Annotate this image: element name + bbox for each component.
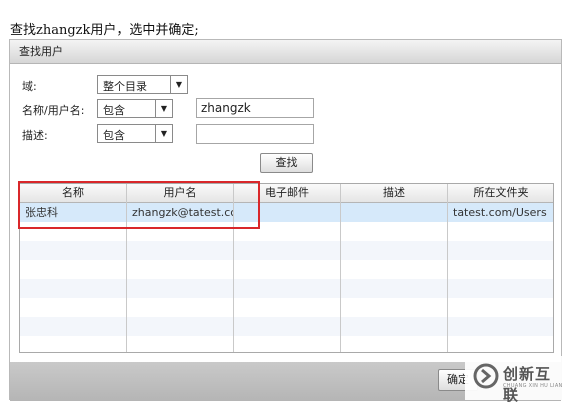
chevron-down-icon: ▼ bbox=[155, 125, 172, 142]
name-match-value: 包含 bbox=[103, 104, 125, 117]
cell-description bbox=[346, 203, 447, 222]
column-divider bbox=[340, 184, 341, 352]
dialog-title: 查找用户 bbox=[10, 40, 561, 64]
highlight-annotation bbox=[18, 181, 260, 229]
description-input[interactable] bbox=[196, 124, 314, 144]
cell-folder: tatest.com/Users bbox=[453, 206, 547, 219]
search-button[interactable]: 查找 bbox=[260, 153, 313, 173]
name-label: 名称/用户名: bbox=[22, 104, 85, 117]
table-row bbox=[20, 336, 553, 352]
instruction-text: 查找zhangzk用户，选中并确定; bbox=[10, 23, 199, 38]
column-header-description[interactable]: 描述 bbox=[341, 184, 447, 202]
domain-select-value: 整个目录 bbox=[103, 80, 147, 93]
table-row bbox=[20, 317, 553, 336]
chevron-down-icon: ▼ bbox=[155, 100, 172, 117]
description-label: 描述: bbox=[22, 129, 48, 142]
description-match-select[interactable]: 包含 ▼ bbox=[97, 124, 173, 143]
column-divider bbox=[447, 184, 448, 352]
find-user-dialog: 查找用户 域: 整个目录 ▼ 名称/用户名: 包含 ▼ 描述: 包含 ▼ 查找 … bbox=[9, 39, 562, 401]
description-match-value: 包含 bbox=[103, 129, 125, 142]
watermark-logo-icon bbox=[473, 363, 499, 389]
chevron-down-icon: ▼ bbox=[170, 76, 187, 93]
domain-select[interactable]: 整个目录 ▼ bbox=[97, 75, 188, 94]
domain-label: 域: bbox=[22, 80, 37, 93]
name-match-select[interactable]: 包含 ▼ bbox=[97, 99, 173, 118]
column-header-folder[interactable]: 所在文件夹 bbox=[448, 184, 553, 202]
table-row bbox=[20, 260, 553, 279]
name-input[interactable] bbox=[196, 98, 314, 118]
table-row bbox=[20, 298, 553, 317]
table-row bbox=[20, 279, 553, 298]
table-row bbox=[20, 241, 553, 260]
watermark-subtext: CHUANG XIN HU LIAN bbox=[503, 383, 563, 389]
watermark: 创新互联 CHUANG XIN HU LIAN bbox=[465, 356, 566, 404]
